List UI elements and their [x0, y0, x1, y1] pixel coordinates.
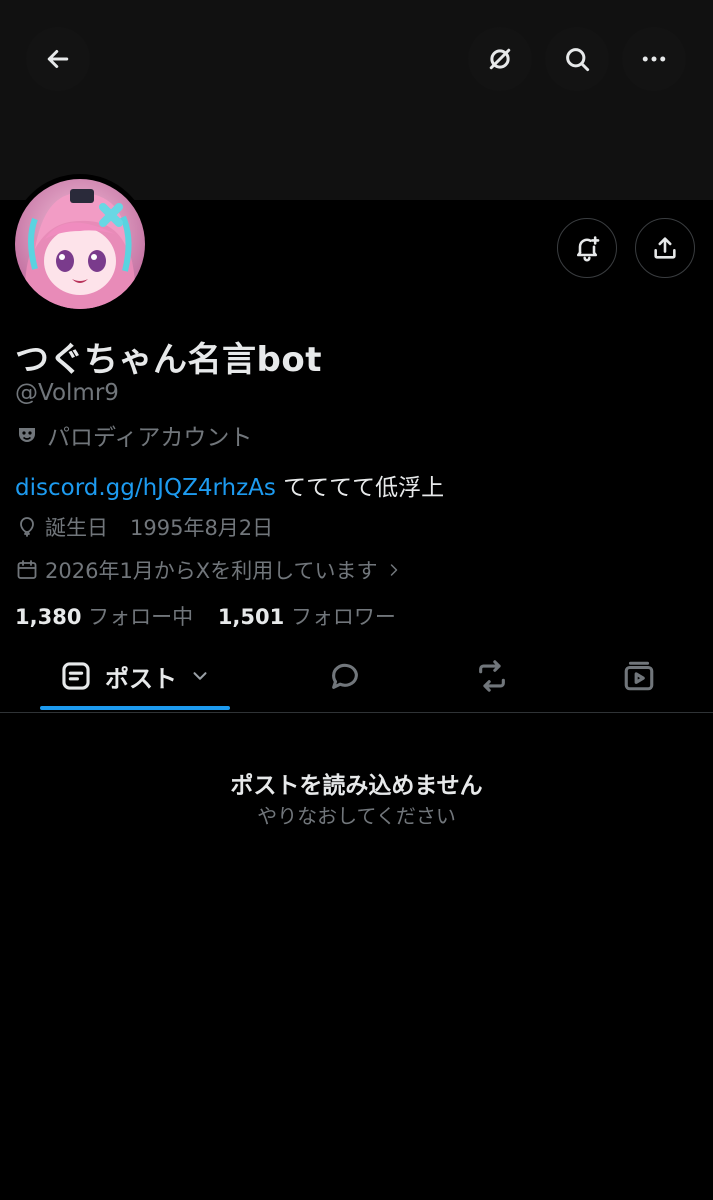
- avatar[interactable]: [10, 174, 150, 314]
- share-button[interactable]: [635, 218, 695, 278]
- calendar-icon: [17, 560, 37, 579]
- more-icon: [642, 56, 666, 62]
- grok-icon: [489, 48, 511, 70]
- bell-plus-icon: [576, 236, 600, 262]
- avatar-image: [15, 179, 145, 309]
- balloon-icon: [20, 517, 34, 537]
- tab-media[interactable]: [609, 640, 669, 712]
- tab-active-indicator: [40, 706, 230, 710]
- parody-label: パロディアカウント: [15, 418, 252, 452]
- back-arrow-icon: [47, 50, 69, 68]
- bio: discord.gg/hJQZ4rhzAs てててて低浮上: [15, 468, 444, 502]
- following-label: フォロー中: [88, 605, 194, 629]
- empty-state-subtitle[interactable]: やりなおしてください: [0, 800, 713, 829]
- followers-link[interactable]: 1,501 フォロワー: [218, 605, 396, 629]
- followers-count: 1,501: [217, 605, 285, 629]
- grok-button[interactable]: [468, 27, 532, 91]
- search-icon: [566, 48, 590, 72]
- chevron-down-icon[interactable]: [189, 665, 211, 687]
- tab-replies[interactable]: [315, 640, 375, 712]
- bio-link[interactable]: discord.gg/hJQZ4rhzAs: [15, 475, 276, 501]
- following-link[interactable]: 1,380 フォロー中: [15, 605, 193, 629]
- display-name: つぐちゃん名言bot: [15, 340, 322, 380]
- tab-reposts[interactable]: [462, 640, 522, 712]
- bio-text: てててて低浮上: [275, 475, 445, 501]
- birthday-label: 誕生日: [45, 516, 108, 540]
- tab-posts-label: ポスト: [105, 664, 177, 693]
- following-count: 1,380: [15, 605, 82, 629]
- joined-row[interactable]: 2026年1月からXを利用しています: [15, 555, 404, 585]
- mask-icon: [19, 428, 35, 442]
- birthday-row: 誕生日 1995年8月2日: [15, 512, 273, 542]
- posts-icon: [62, 662, 90, 690]
- handle: @Volmr9: [15, 380, 119, 406]
- follow-stats: 1,380 フォロー中 1,501 フォロワー: [15, 601, 396, 631]
- empty-state-title: ポストを読み込めません: [230, 773, 483, 799]
- media-icon: [624, 661, 654, 691]
- profile-banner[interactable]: [0, 0, 713, 200]
- replies-icon: [332, 663, 358, 689]
- birthday-value: 1995年8月2日: [130, 516, 274, 540]
- share-icon: [654, 237, 676, 259]
- followers-label: フォロワー: [290, 605, 396, 629]
- chevron-right-icon: [390, 564, 397, 576]
- joined-text: 2026年1月からXを利用しています: [45, 559, 378, 583]
- reposts-icon: [479, 660, 505, 692]
- parody-text: パロディアカウント: [47, 425, 253, 451]
- profile-tabs: ポスト: [0, 640, 713, 713]
- back-button[interactable]: [26, 27, 90, 91]
- search-button[interactable]: [545, 27, 609, 91]
- tab-posts[interactable]: ポスト: [40, 640, 230, 712]
- notify-button[interactable]: [557, 218, 617, 278]
- more-button[interactable]: [622, 27, 686, 91]
